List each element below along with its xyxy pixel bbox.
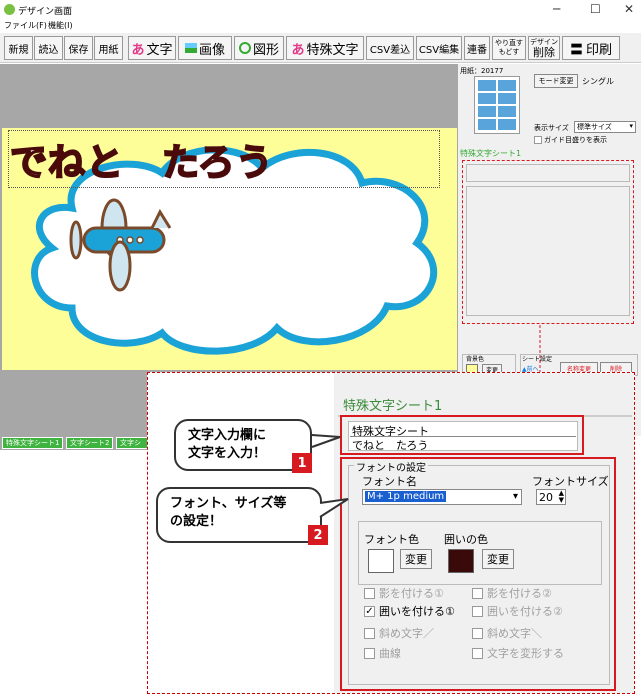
paper-label: 用紙：20177 xyxy=(460,67,504,75)
csv-edit-button[interactable]: CSV編集 xyxy=(416,36,462,60)
mode-value: シングル xyxy=(582,77,614,86)
callout-2: フォント、サイズ等 の設定！ xyxy=(156,487,322,543)
mini-font-box xyxy=(466,186,630,316)
font-color-swatch[interactable] xyxy=(368,549,394,573)
outline1-checkbox[interactable]: ✓ 囲いを付ける① xyxy=(364,603,455,619)
font-color-label: フォント色 xyxy=(364,533,419,546)
paper-button[interactable]: 用紙 xyxy=(94,36,123,60)
zoom-sheet-title: 特殊文字シート1 xyxy=(343,399,443,414)
outline-color-swatch[interactable] xyxy=(448,549,474,573)
canvas-special-text[interactable]: でねと たろう xyxy=(9,132,274,186)
mini-settings xyxy=(466,164,630,320)
zoom-panel: 特殊文字シート1 特殊文字シート でねと たろう フォントの設定 フォント名 フ… xyxy=(147,372,635,694)
font-color-change-button[interactable]: 変更 xyxy=(400,549,432,569)
undo-label: やり直す xyxy=(495,39,523,47)
outline2-checkbox[interactable]: 囲いを付ける② xyxy=(472,603,563,619)
outline-color-change-button[interactable]: 変更 xyxy=(482,549,514,569)
font-size-value: 20 xyxy=(539,491,553,504)
slant1-checkbox[interactable]: 斜め文字／ xyxy=(364,625,434,641)
print-button-label: 印刷 xyxy=(586,42,613,58)
transform-checkbox[interactable]: 文字を変形する xyxy=(472,645,564,661)
maximize-button[interactable]: ☐ xyxy=(590,2,601,16)
shape-button[interactable]: 図形 xyxy=(234,36,284,60)
text-button[interactable]: あ文字 xyxy=(128,36,176,60)
paper-preview[interactable] xyxy=(474,76,520,134)
font-name-select[interactable]: M+ 1p medium ▾ xyxy=(362,489,522,505)
new-button[interactable]: 新規 xyxy=(4,36,33,60)
font-name-label: フォント名 xyxy=(362,475,417,488)
design-delete-button[interactable]: デザイン 削除 xyxy=(528,36,560,60)
special-text-button[interactable]: あ特殊文字 xyxy=(286,36,364,60)
design-delete-label: 削除 xyxy=(533,45,555,59)
tab-sheet-3[interactable]: 文字シ xyxy=(116,437,148,449)
special-text-icon: あ xyxy=(291,42,305,58)
close-button[interactable]: ✕ xyxy=(624,2,634,16)
text-icon: あ xyxy=(131,42,145,58)
tab-sheet-1[interactable]: 特殊文字シート1 xyxy=(2,437,64,449)
menu-file[interactable]: ファイル(F) xyxy=(4,20,47,31)
app-icon xyxy=(4,4,15,15)
window-title: デザイン画面 xyxy=(18,7,73,17)
callout-1-number: 1 xyxy=(292,453,312,473)
sheet-title-small: 特殊文字シート1 xyxy=(460,149,522,158)
chevron-down-icon: ▾ xyxy=(629,122,633,130)
design-paper[interactable]: でねと たろう xyxy=(2,128,457,370)
menu-function[interactable]: 機能(I) xyxy=(48,20,73,31)
sheet-settings-label: シート設定 xyxy=(522,356,553,363)
image-button-label: 画像 xyxy=(198,42,225,58)
tab-sheet-2[interactable]: 文字シート2 xyxy=(66,437,114,449)
sheet-tabs: 特殊文字シート1 文字シート2 文字シ xyxy=(0,436,150,450)
chevron-down-icon: ▾ xyxy=(512,491,518,502)
menu-bar: ファイル(F) 機能(I) xyxy=(0,20,641,33)
mini-input-box xyxy=(466,164,630,182)
guide-checkbox[interactable]: ガイド目盛りを表示 xyxy=(534,135,607,145)
slant2-checkbox[interactable]: 斜め文字＼ xyxy=(472,625,542,641)
display-size-select[interactable]: 標準サイズ ▾ xyxy=(574,121,636,133)
toolbar: 新規 読込 保存 用紙 あ文字 画像 図形 あ特殊文字 CSV差込 CSV編集 … xyxy=(0,33,641,63)
save-button[interactable]: 保存 xyxy=(64,36,93,60)
image-icon xyxy=(184,43,197,53)
font-name-value: M+ 1p medium xyxy=(365,491,447,502)
csv-insert-button[interactable]: CSV差込 xyxy=(366,36,414,60)
serial-button[interactable]: 連番 xyxy=(464,36,490,60)
bg-color-label: 背景色 xyxy=(466,356,485,363)
image-button[interactable]: 画像 xyxy=(178,36,232,60)
redo-label: もどす xyxy=(498,48,520,56)
curve-checkbox[interactable]: 曲線 xyxy=(364,645,401,661)
open-button[interactable]: 読込 xyxy=(34,36,63,60)
printer-icon: 〓 xyxy=(569,42,583,58)
font-settings-label: フォントの設定 xyxy=(354,459,428,474)
text-button-label: 文字 xyxy=(146,42,173,58)
minimize-button[interactable]: ─ xyxy=(553,2,560,16)
outline-color-label: 囲いの色 xyxy=(444,533,488,546)
shadow2-checkbox[interactable]: 影を付ける② xyxy=(472,585,552,601)
mode-change-button[interactable]: モード変更 xyxy=(534,74,578,88)
font-size-label: フォントサイズ xyxy=(532,475,609,488)
special-text-input[interactable]: でねと たろう xyxy=(350,436,576,452)
shadow1-checkbox[interactable]: 影を付ける① xyxy=(364,585,444,601)
special-text-button-label: 特殊文字 xyxy=(306,42,359,58)
spin-icon: ▲ ▼ xyxy=(558,489,564,504)
callout-2-number: 2 xyxy=(308,525,328,545)
shape-button-label: 図形 xyxy=(252,42,279,58)
font-size-stepper[interactable]: 20 ▲ ▼ xyxy=(536,489,566,505)
display-size-label: 表示サイズ xyxy=(534,124,569,132)
print-button[interactable]: 〓印刷 xyxy=(562,36,620,60)
title-bar: デザイン画面 ─ ☐ ✕ xyxy=(0,0,641,20)
circle-icon xyxy=(238,42,251,54)
undo-redo-button[interactable]: やり直す もどす xyxy=(492,36,526,60)
